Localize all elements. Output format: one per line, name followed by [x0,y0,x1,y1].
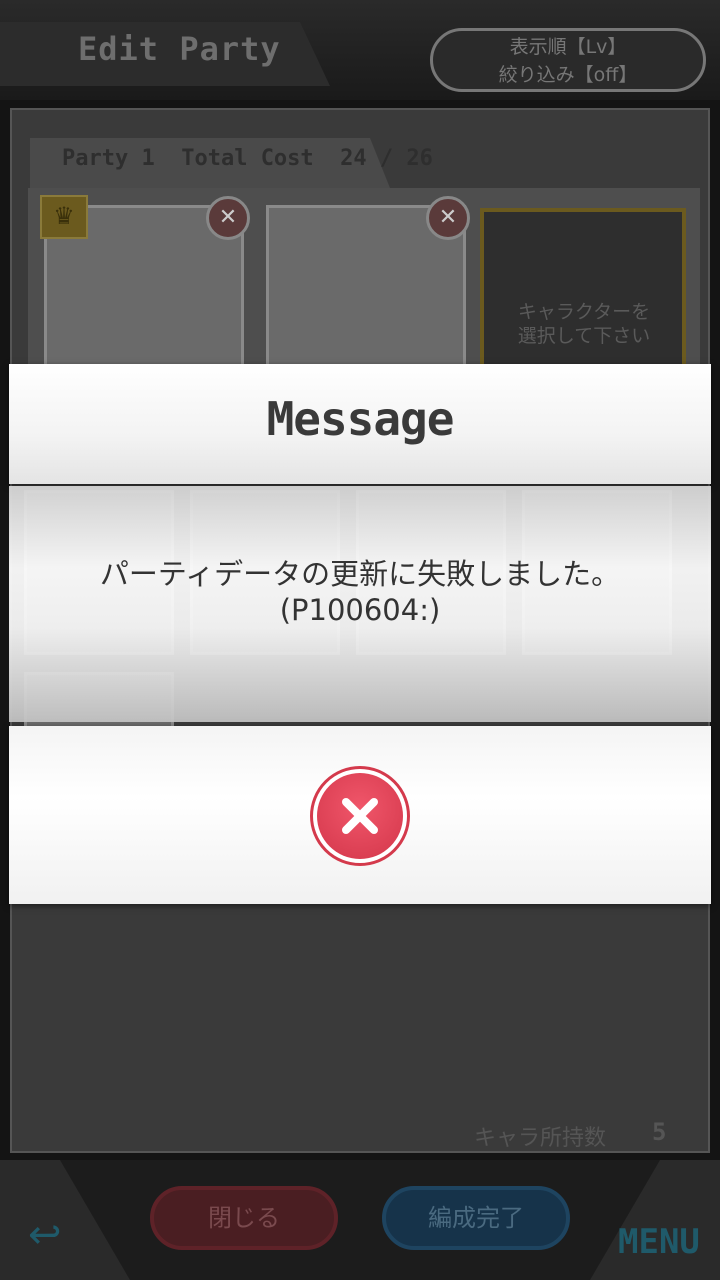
party-tab-label: Party 1 Total Cost 24 / 26 [62,146,433,171]
complete-button[interactable]: 編成完了 [382,1186,570,1250]
empty-slot-hint-line2: 選択して下さい [517,325,651,347]
owned-label: キャラ所持数 [474,1126,607,1151]
remove-icon[interactable]: ✕ [206,196,250,240]
page-title: Edit Party [78,30,281,68]
dialog-error-code: (P100604:) [279,593,441,627]
dialog-close-button[interactable] [310,766,410,866]
dialog-message-line1: パーティデータの更新に失敗しました。 [99,557,621,591]
empty-slot-hint: キャラクターを 選択して下さい [486,300,682,348]
dialog-message: パーティデータの更新に失敗しました。 (P100604:) [9,556,711,628]
party-name: Party 1 [62,146,155,171]
leader-crown-icon: ♛ [40,195,88,239]
back-arrow-icon: ↩ [28,1212,62,1258]
dialog-title: Message [266,392,455,446]
close-button[interactable]: 閉じる [150,1186,338,1250]
sort-order-label: 表示順【Lv】 [509,36,627,58]
cost-value: 24 / 26 [340,146,433,171]
owned-count: 5 [652,1118,667,1146]
empty-slot-hint-line1: キャラクターを [517,301,651,323]
close-icon [317,773,403,859]
filter-label: 絞り込み【off】 [498,64,638,86]
menu-label: MENU [618,1222,700,1262]
cost-label: Total Cost [181,146,314,171]
sort-filter-button[interactable]: 表示順【Lv】 絞り込み【off】 [430,28,706,92]
remove-icon[interactable]: ✕ [426,196,470,240]
